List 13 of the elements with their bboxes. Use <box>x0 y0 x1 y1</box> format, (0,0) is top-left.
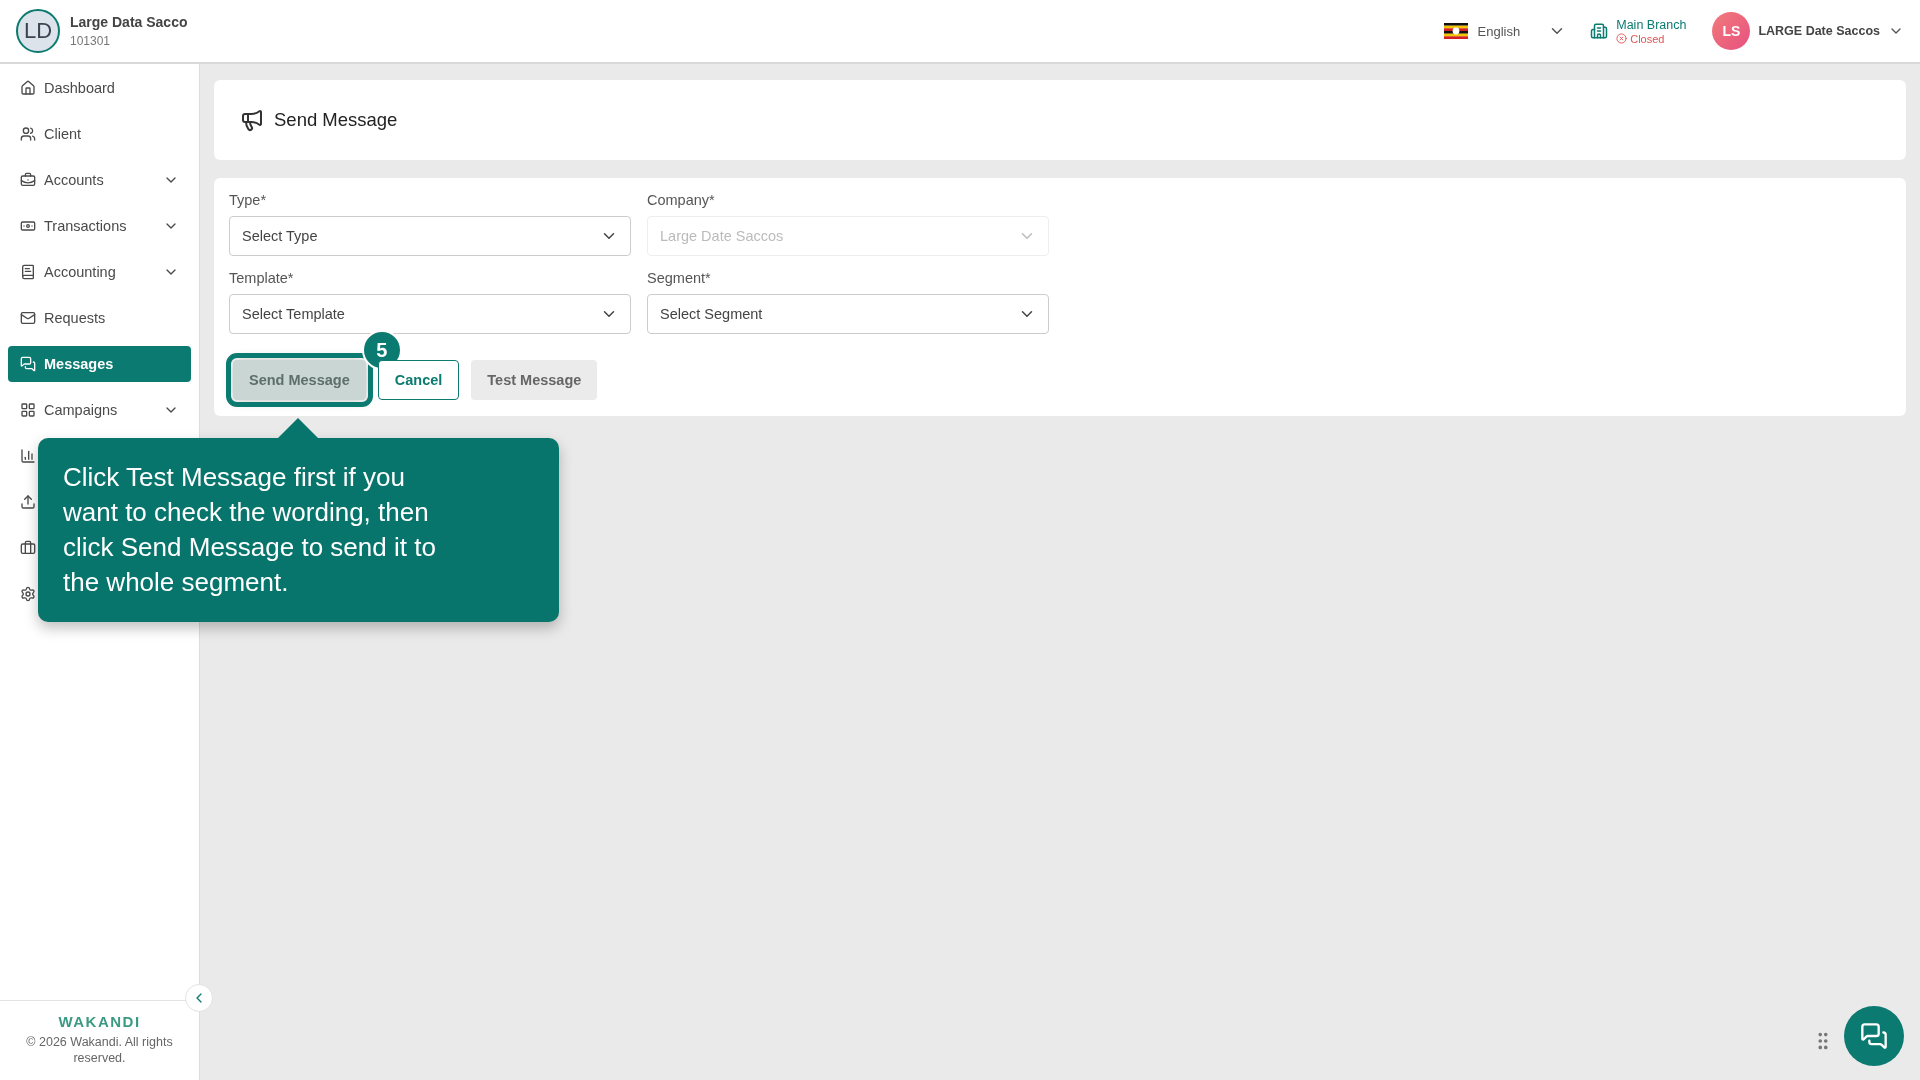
field-label: Template* <box>229 270 295 286</box>
copyright: © 2026 Wakandi. All rights reserved. <box>25 1034 174 1066</box>
field-label: Type* <box>229 192 268 208</box>
brand-logo: WAKANDI <box>58 1013 141 1030</box>
tooltip-text: Click Test Message first if you want to check the wording, then click Send Message to send it to the whole segment. <box>63 461 437 599</box>
field-label: Segment* <box>647 270 712 286</box>
org-avatar: LD <box>16 9 60 53</box>
field-label: Company* <box>647 192 716 208</box>
org-name: Large Data Sacco <box>70 14 188 30</box>
org-code: 101301 <box>70 34 112 48</box>
branch-name: Main Branch <box>1616 17 1687 32</box>
branch-status: Closed <box>1630 32 1665 45</box>
page-title: Send Message <box>274 109 398 131</box>
